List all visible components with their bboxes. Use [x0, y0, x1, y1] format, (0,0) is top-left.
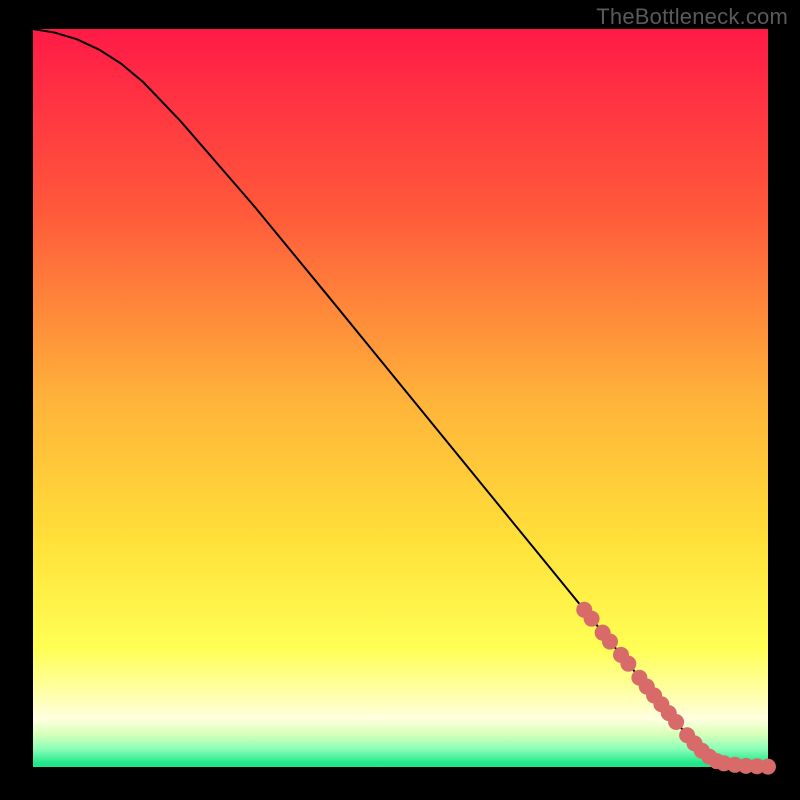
scatter-dot — [668, 714, 684, 730]
chart-canvas — [0, 0, 800, 800]
scatter-dot — [584, 611, 600, 627]
chart-wrapper: TheBottleneck.com — [0, 0, 800, 800]
scatter-dot — [602, 634, 618, 650]
watermark-text: TheBottleneck.com — [596, 4, 788, 30]
gradient-background — [33, 29, 768, 767]
scatter-dot — [760, 759, 776, 775]
scatter-dot — [620, 656, 636, 672]
